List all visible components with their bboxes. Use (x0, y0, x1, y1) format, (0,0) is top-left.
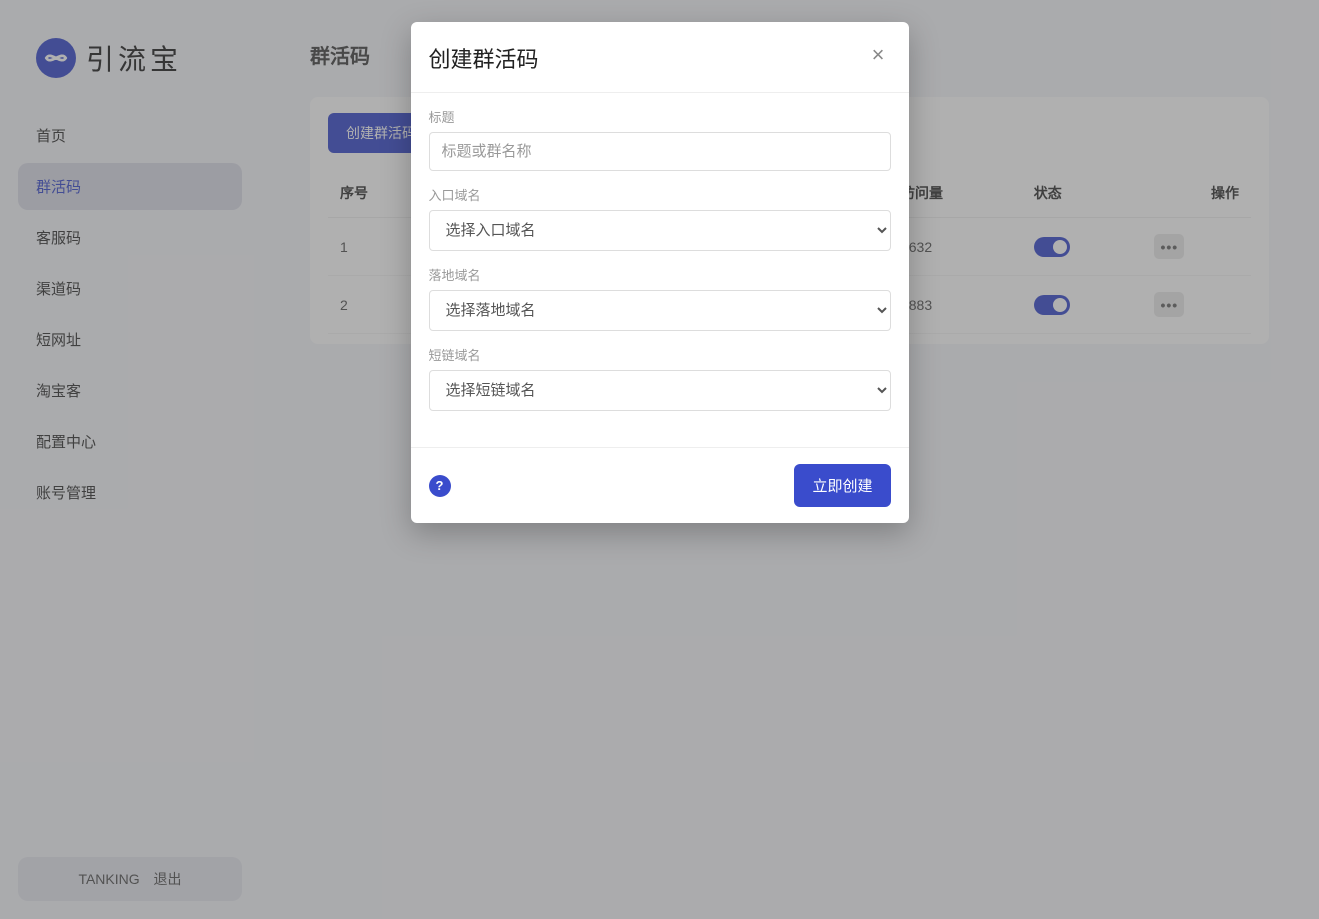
modal-overlay[interactable]: 创建群活码 × 标题 入口域名 选择入口域名 落地域名 选择落地域名 (0, 0, 1319, 919)
field-label-entry: 入口域名 (429, 185, 891, 204)
help-icon[interactable]: ? (429, 475, 451, 497)
submit-button[interactable]: 立即创建 (794, 464, 890, 507)
modal-title: 创建群活码 (429, 42, 539, 74)
close-icon[interactable]: × (866, 42, 891, 68)
field-label-landing: 落地域名 (429, 265, 891, 284)
modal-header: 创建群活码 × (411, 22, 909, 92)
modal-body: 标题 入口域名 选择入口域名 落地域名 选择落地域名 短链域名 (411, 92, 909, 448)
create-modal: 创建群活码 × 标题 入口域名 选择入口域名 落地域名 选择落地域名 (411, 22, 909, 523)
modal-footer: ? 立即创建 (411, 448, 909, 523)
entry-domain-select[interactable]: 选择入口域名 (429, 210, 891, 251)
landing-domain-select[interactable]: 选择落地域名 (429, 290, 891, 331)
short-domain-select[interactable]: 选择短链域名 (429, 370, 891, 411)
field-label-short: 短链域名 (429, 345, 891, 364)
title-input[interactable] (429, 132, 891, 171)
field-label-title: 标题 (429, 107, 891, 126)
